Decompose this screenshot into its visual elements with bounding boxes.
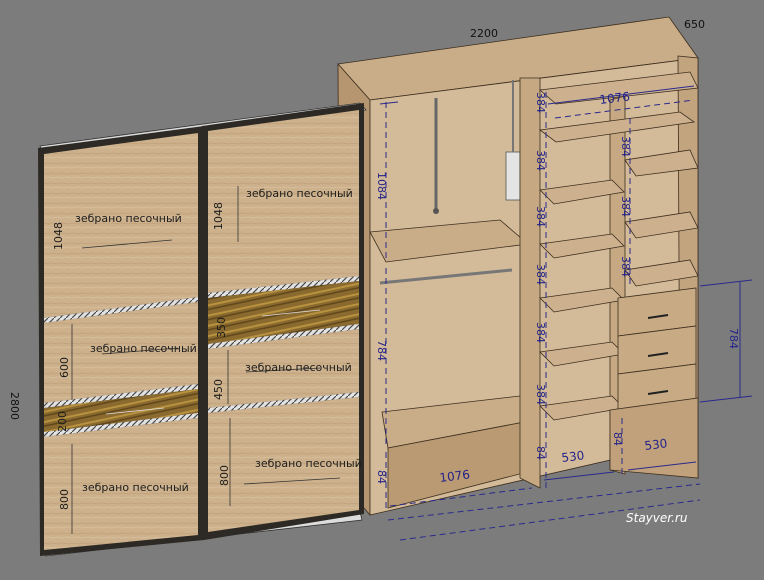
dim-right-plinth: 84 [611,432,624,446]
dim-total-height: 2800 [8,392,21,420]
dim-total-width: 2200 [470,27,498,40]
dim-plinth-height: 84 [375,470,388,484]
dim-right-pitch: 384 [619,136,632,157]
door-left-mid-label: зебрано песочный [90,342,197,355]
dim-right-pitch: 384 [619,256,632,277]
door-left-mid-dim: 600 [58,357,71,378]
door-right-top-dim: 1048 [212,202,225,230]
door-left-panel-top [44,133,198,318]
door-left-bottom-dim: 800 [58,489,71,510]
door-left-top-dim: 1048 [52,222,65,250]
dim-lower-height: 784 [375,340,388,361]
trouser-holder [505,151,521,201]
dim-middle-plinth: 84 [534,446,547,460]
door-left-top-label: зебрано песочный [75,212,182,225]
door-right-bottom-label: зебрано песочный [255,457,362,470]
door-right-mid-dim: 450 [212,379,225,400]
lift-handle-icon [433,208,439,214]
dim-depth: 650 [684,18,705,31]
dim-middle-pitch: 384 [534,92,547,113]
dim-right-pitch: 384 [619,196,632,217]
dim-middle-pitch: 384 [534,384,547,405]
dim-middle-pitch: 384 [534,322,547,343]
door-right-top-label: зебрано песочный [246,187,353,200]
dim-bottom-right-width: 530 [644,436,668,453]
dim-middle-pitch: 384 [534,206,547,227]
dim-upper-height: 1084 [375,172,388,200]
door-right-bottom-dim: 800 [218,465,231,486]
dim-middle-pitch: 384 [534,150,547,171]
dim-drawers-height: 784 [727,328,740,349]
dim-middle-pitch: 384 [534,264,547,285]
door-right-mid-label: зебрано песочный [245,361,352,374]
dim-bottom-mid-width: 530 [561,448,585,465]
diagram-canvas: 2200 650 2800 1076 1084 784 84 384 384 3… [8,16,753,557]
door-left-bottom-label: зебрано песочный [82,481,189,494]
door-right-insert-dim: 350 [215,317,228,338]
door-right-panel-top [208,110,359,293]
door-left-insert-dim: 200 [56,411,69,432]
drawers [617,287,697,413]
watermark: Stayver.ru [626,511,688,525]
wardrobe-diagram: 2200 650 2800 1076 1084 784 84 384 384 3… [0,0,764,580]
